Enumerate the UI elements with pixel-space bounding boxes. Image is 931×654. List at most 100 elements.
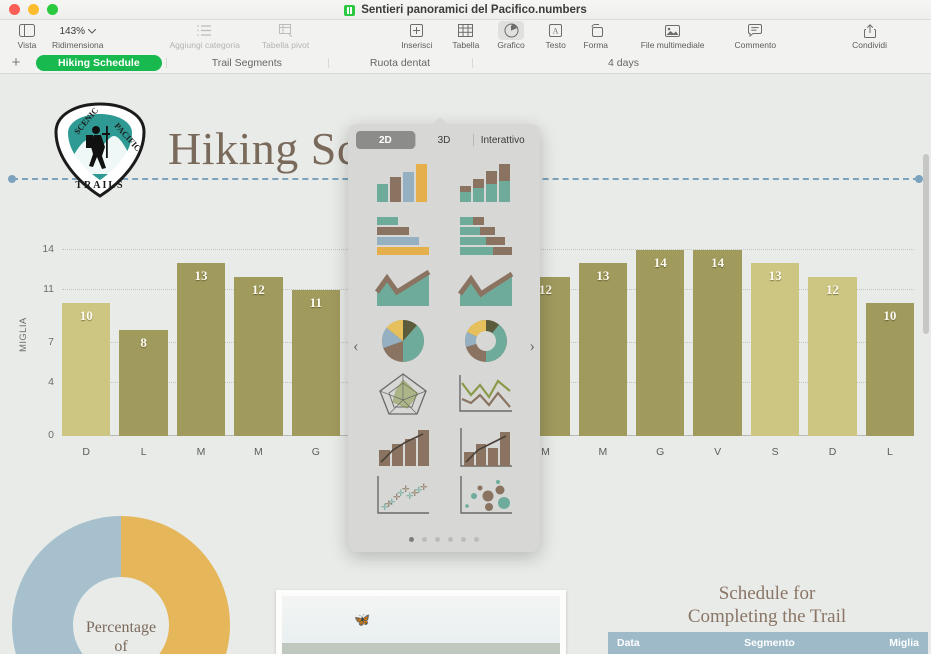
sheet-tab-4-days[interactable]: 4 days	[472, 55, 655, 71]
toolbar-add-category-button[interactable]: Aggiungi categoria	[170, 20, 240, 50]
bar-column[interactable]: 14	[636, 250, 685, 436]
chart-type-popover[interactable]: 2D 3D Interattivo ‹ › ✛ ✛ ✛ ✛ ✛ ✛ ✛ ✛ ✛ …	[348, 117, 540, 552]
toolbar-table-button[interactable]: Tabella	[452, 20, 479, 50]
bar-column[interactable]: 13	[176, 250, 226, 436]
zoom-value: 143%	[59, 26, 86, 37]
bar[interactable]: 10	[62, 303, 111, 436]
popover-next-icon[interactable]: ›	[529, 336, 535, 356]
document-title-text: Sentieri panoramici del Pacifico.numbers	[361, 4, 587, 16]
bar-column[interactable]: 14	[693, 250, 742, 436]
stacked-bar-chart-icon[interactable]	[445, 211, 526, 262]
document-title: Sentieri panoramici del Pacifico.numbers	[0, 0, 931, 20]
toolbar-pivot-table-button[interactable]: Tabella pivot	[262, 20, 309, 50]
x-tick-label: G	[311, 446, 320, 458]
bar-column[interactable]: 10	[865, 250, 915, 436]
donut-caption-line-2: of	[114, 638, 128, 654]
toolbar-share-button[interactable]: Condividi	[852, 20, 887, 50]
stacked-column-chart-icon[interactable]	[445, 158, 526, 209]
column-line-axis-chart-icon[interactable]	[445, 421, 526, 472]
bar-value-label: 12	[825, 281, 839, 297]
zoom-dropdown[interactable]: 143%	[54, 23, 101, 40]
seagull-icon: 🦋	[354, 612, 371, 628]
photo-cliff	[282, 642, 560, 654]
column-header-segmento[interactable]: Segmento	[735, 632, 881, 654]
toolbar-view-button[interactable]: Vista	[14, 20, 40, 50]
chevron-down-icon	[88, 29, 97, 34]
column-header-miglia[interactable]: Miglia	[880, 632, 928, 654]
bar[interactable]: 14	[693, 250, 742, 436]
guide-handle-right[interactable]	[915, 175, 923, 183]
bar[interactable]: 10	[865, 303, 915, 436]
x-tick-label: V	[714, 446, 722, 458]
guide-handle-left[interactable]	[8, 175, 16, 183]
bar[interactable]: 12	[234, 276, 283, 436]
popover-prev-icon[interactable]: ‹	[353, 336, 359, 356]
column-line-chart-icon[interactable]	[362, 421, 443, 472]
percentage-donut-chart[interactable]: Percentage of Trail	[12, 516, 230, 654]
bar[interactable]: 13	[750, 263, 800, 436]
y-tick-11: 11	[43, 282, 54, 295]
bar[interactable]: 13	[176, 263, 226, 436]
segment-2d[interactable]: 2D	[356, 131, 415, 149]
toolbar-media-button[interactable]: File multimediale	[641, 20, 705, 50]
bar-column[interactable]: 10	[62, 250, 111, 436]
toolbar-insert-button[interactable]: Inserisci	[401, 20, 432, 50]
chart-dimension-segmented-control[interactable]: 2D 3D Interattivo	[356, 131, 532, 149]
svg-text:A: A	[553, 27, 559, 36]
bar[interactable]: 8	[119, 329, 168, 436]
sheet-tab-ruota-dentata[interactable]: Ruota dentat	[327, 55, 472, 71]
popover-page-dots[interactable]	[348, 537, 540, 542]
bar-chart-icon[interactable]	[362, 211, 443, 262]
donut-chart-icon[interactable]	[445, 316, 526, 367]
area-chart-icon[interactable]	[362, 263, 443, 314]
bar-column[interactable]: 11	[291, 250, 341, 436]
numbers-file-icon	[344, 4, 356, 16]
segment-interattivo[interactable]: Interattivo	[473, 131, 532, 149]
bubble-chart-icon[interactable]	[445, 474, 526, 516]
page-dot[interactable]	[409, 537, 414, 542]
column-chart-icon[interactable]	[362, 158, 443, 209]
page-dot[interactable]	[461, 537, 466, 542]
sheet-tab-hiking-schedule[interactable]: Hiking Schedule	[36, 54, 162, 71]
scatter-chart-icon[interactable]: ✛ ✛ ✛ ✛ ✛ ✛ ✛ ✛ ✛ ✛	[362, 474, 443, 516]
svg-text:✛: ✛	[402, 484, 410, 494]
sidebar-icon	[14, 21, 40, 40]
line-chart-icon[interactable]	[445, 369, 526, 420]
toolbar-comment-button[interactable]: Commento	[735, 20, 776, 50]
y-tick-14: 14	[42, 243, 54, 255]
coast-photo-card[interactable]: 🦋	[276, 590, 566, 654]
sheet-tab-bar: + Hiking Schedule Trail Segments Ruota d…	[0, 52, 931, 74]
bar[interactable]: 11	[291, 289, 341, 436]
toolbar-text-button[interactable]: A Testo	[543, 20, 569, 50]
toolbar-zoom-control[interactable]: 143% Ridimensiona	[52, 20, 104, 50]
page-dot[interactable]	[474, 537, 479, 542]
document-canvas[interactable]: SCENIC PACIFIC TRAILS Hiking Schedule 20…	[0, 74, 931, 654]
bar[interactable]: 14	[636, 250, 685, 436]
svg-text:TRAILS: TRAILS	[75, 180, 124, 191]
column-header-data[interactable]: Data	[608, 632, 736, 654]
page-dot[interactable]	[435, 537, 440, 542]
bar[interactable]: 12	[808, 276, 857, 436]
bar-value-label: 13	[194, 268, 208, 284]
text-icon: A	[543, 21, 569, 40]
bar-column[interactable]: 13	[578, 250, 628, 436]
bar-column[interactable]: 12	[234, 250, 283, 436]
toolbar-pivot-table-label: Tabella pivot	[261, 40, 310, 50]
toolbar-shape-button[interactable]: Forma	[583, 20, 609, 50]
vertical-scrollbar[interactable]	[923, 154, 929, 334]
pie-chart-icon[interactable]	[362, 316, 443, 367]
page-dot[interactable]	[448, 537, 453, 542]
radar-chart-icon[interactable]	[362, 369, 443, 420]
stacked-area-chart-icon[interactable]	[445, 263, 526, 314]
bar-column[interactable]: 13	[750, 250, 800, 436]
page-dot[interactable]	[422, 537, 427, 542]
toolbar-chart-button[interactable]: Grafico	[497, 20, 525, 50]
donut-caption: Percentage of Trail	[12, 618, 230, 654]
add-sheet-button[interactable]: +	[0, 54, 32, 71]
bar-column[interactable]: 8	[119, 250, 168, 436]
segment-3d[interactable]: 3D	[414, 131, 474, 149]
bar-column[interactable]: 12	[808, 250, 857, 436]
bar[interactable]: 13	[578, 263, 628, 436]
sheet-tab-trail-segments[interactable]: Trail Segments	[165, 55, 328, 71]
schedule-table[interactable]: Data Segmento Miglia 5-20 luglio 2015Cal…	[608, 632, 928, 654]
